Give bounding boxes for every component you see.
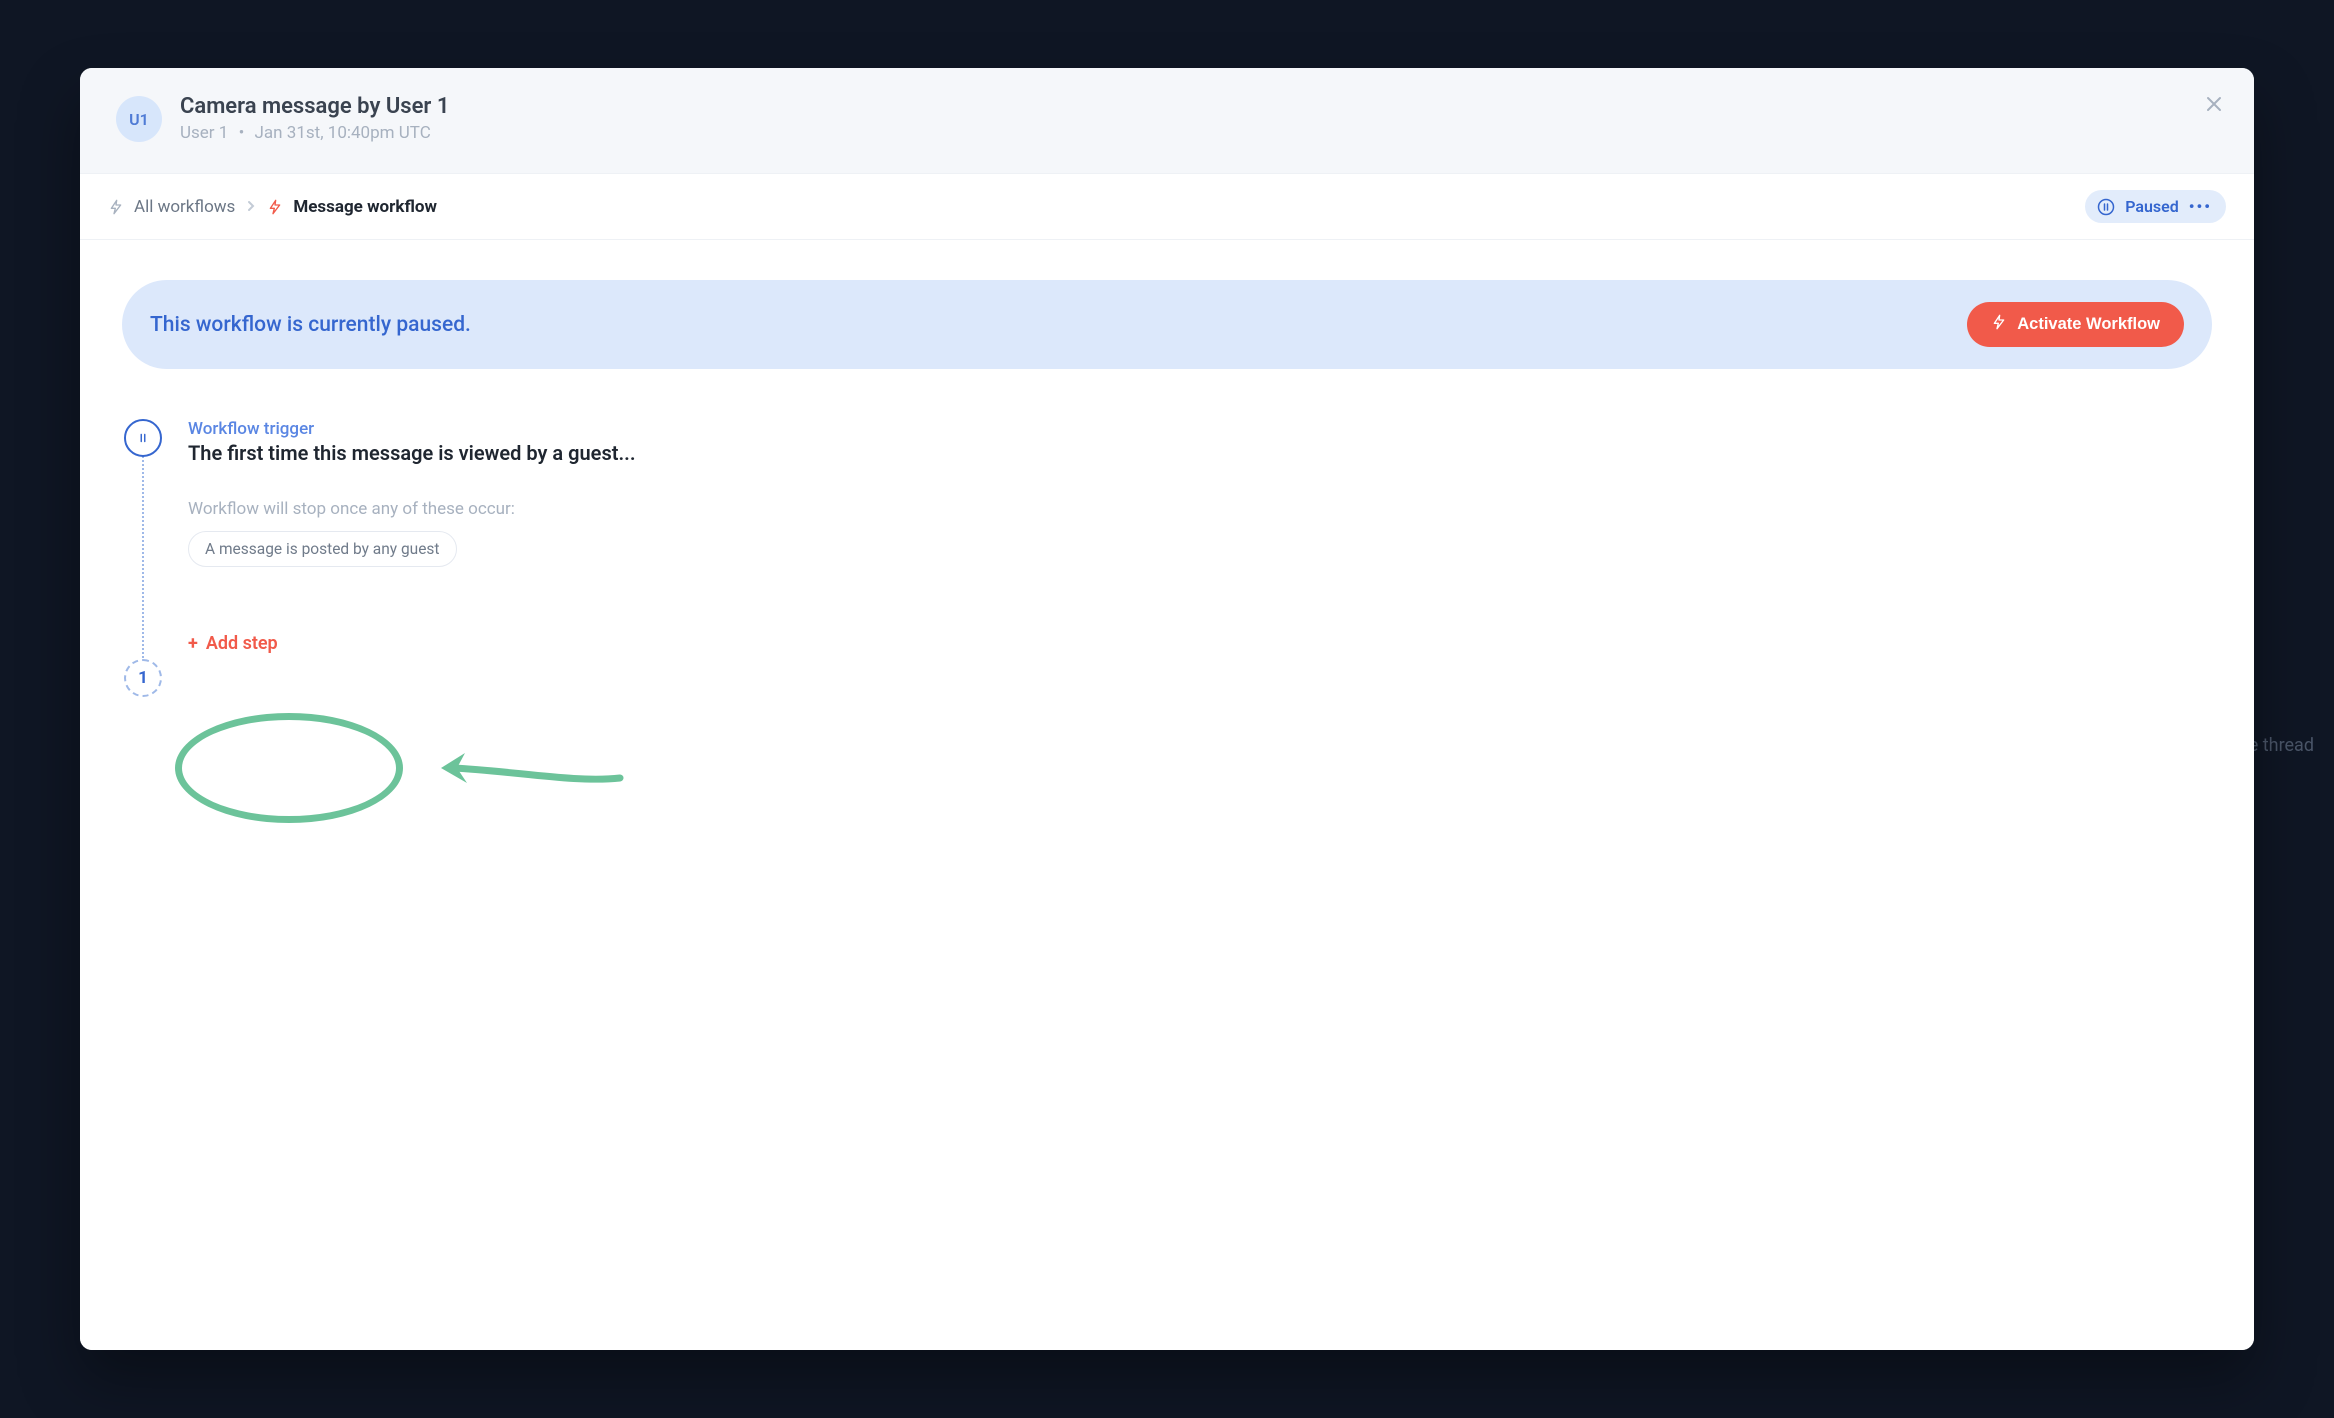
modal-subtitle: User 1 • Jan 31st, 10:40pm UTC <box>180 123 449 143</box>
close-button[interactable] <box>2200 90 2228 118</box>
modal-title: Camera message by User 1 <box>180 94 449 119</box>
status-label: Paused <box>2125 197 2179 216</box>
trigger-label: Workflow trigger <box>188 419 2212 439</box>
header-text: Camera message by User 1 User 1 • Jan 31… <box>180 94 449 143</box>
close-icon <box>2206 96 2222 112</box>
bolt-icon <box>108 199 124 215</box>
stop-condition-chip[interactable]: A message is posted by any guest <box>188 531 457 567</box>
trigger-description: The first time this message is viewed by… <box>188 441 2212 465</box>
pause-icon <box>2097 198 2115 216</box>
timestamp: Jan 31st, 10:40pm UTC <box>255 123 431 143</box>
activate-button-label: Activate Workflow <box>2017 315 2160 334</box>
avatar: U1 <box>116 96 162 142</box>
bolt-icon <box>267 199 283 215</box>
chevron-right-icon <box>245 197 257 216</box>
plus-icon: + <box>188 633 198 654</box>
activate-workflow-button[interactable]: Activate Workflow <box>1967 302 2184 347</box>
breadcrumb: All workflows Message workflow <box>108 197 2073 217</box>
background-text: e thread <box>2249 735 2314 756</box>
stop-label: Workflow will stop once any of these occ… <box>188 499 2212 519</box>
modal-header: U1 Camera message by User 1 User 1 • Jan… <box>80 68 2254 173</box>
breadcrumb-current: Message workflow <box>293 197 437 217</box>
stop-conditions: Workflow will stop once any of these occ… <box>188 499 2212 567</box>
separator-dot: • <box>239 123 245 143</box>
breadcrumb-bar: All workflows Message workflow Paused ••… <box>80 173 2254 240</box>
pause-icon <box>136 431 150 445</box>
more-icon[interactable]: ••• <box>2189 197 2212 216</box>
paused-banner: This workflow is currently paused. Activ… <box>122 280 2212 369</box>
trigger-block[interactable]: Workflow trigger The first time this mes… <box>188 419 2212 465</box>
status-pill[interactable]: Paused ••• <box>2085 190 2226 223</box>
trigger-marker <box>124 419 162 457</box>
add-step-label: Add step <box>206 633 278 654</box>
modal-body: This workflow is currently paused. Activ… <box>80 240 2254 1350</box>
banner-text: This workflow is currently paused. <box>150 313 471 337</box>
add-step-button[interactable]: + Add step <box>188 633 278 654</box>
workflow-modal: U1 Camera message by User 1 User 1 • Jan… <box>80 68 2254 1350</box>
timeline-connector <box>142 449 144 689</box>
breadcrumb-all-workflows[interactable]: All workflows <box>134 197 235 217</box>
workflow-timeline: 1 Workflow trigger The first time this m… <box>122 419 2212 654</box>
bolt-icon <box>1991 314 2007 335</box>
author-name: User 1 <box>180 123 228 143</box>
step-marker: 1 <box>124 659 162 697</box>
